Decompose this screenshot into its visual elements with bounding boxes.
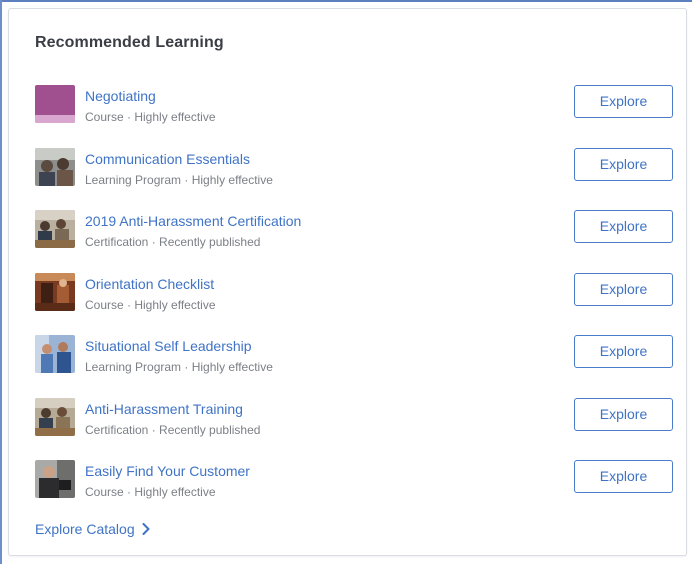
list-item: Easily Find Your Customer Course · Highl… [35,458,675,521]
list-item: Situational Self Leadership Learning Pro… [35,333,675,396]
window-left-edge [0,0,2,564]
orientation-thumbnail[interactable] [35,272,75,311]
page: Recommended Learning Negotiating Course … [0,0,692,564]
explore-catalog-link[interactable]: Explore Catalog [35,521,150,537]
item-meta: Certification · Recently published [85,235,261,249]
card-title: Recommended Learning [35,34,224,51]
chevron-right-icon [142,523,150,535]
negotiating-thumbnail-image [35,85,75,123]
negotiating-thumbnail[interactable] [35,85,75,123]
list-item: Negotiating Course · Highly effective Ex… [35,83,675,146]
explore-button[interactable]: Explore [574,85,673,118]
explore-button[interactable]: Explore [574,147,673,181]
self-leadership-thumbnail-image [35,335,75,373]
list-item: Anti-Harassment Training Certification ·… [35,396,675,459]
explore-button[interactable]: Explore [574,460,673,493]
anti-harassment-cert-thumbnail[interactable] [35,210,75,248]
item-title[interactable]: Anti-Harassment Training [85,401,243,417]
find-customer-thumbnail[interactable] [35,460,75,498]
orientation-thumbnail-image [35,272,75,311]
explore-button[interactable]: Explore [574,210,673,243]
item-title[interactable]: Communication Essentials [85,151,250,167]
communication-thumbnail-image [35,147,75,186]
item-title[interactable]: Situational Self Leadership [85,338,252,354]
list-item: Communication Essentials Learning Progra… [35,146,675,209]
explore-button[interactable]: Explore [574,272,673,306]
explore-catalog-label: Explore Catalog [35,521,135,537]
item-title[interactable]: Negotiating [85,88,156,104]
list-item: 2019 Anti-Harassment Certification Certi… [35,208,675,271]
window-top-edge [0,0,692,2]
item-title[interactable]: 2019 Anti-Harassment Certification [85,213,301,229]
communication-thumbnail[interactable] [35,147,75,186]
list-item: Orientation Checklist Course · Highly ef… [35,271,675,334]
item-meta: Course · Highly effective [85,485,216,499]
item-title[interactable]: Easily Find Your Customer [85,463,250,479]
anti-harassment-training-thumbnail[interactable] [35,397,75,436]
item-meta: Course · Highly effective [85,297,216,312]
item-meta: Learning Program · Highly effective [85,172,273,187]
explore-button[interactable]: Explore [574,397,673,431]
item-meta: Certification · Recently published [85,422,261,437]
learning-list: Negotiating Course · Highly effective Ex… [35,83,675,521]
find-customer-thumbnail-image [35,460,75,498]
item-title[interactable]: Orientation Checklist [85,276,214,292]
item-meta: Learning Program · Highly effective [85,360,273,374]
anti-harassment-training-thumbnail-image [35,397,75,436]
recommended-learning-card: Recommended Learning Negotiating Course … [8,8,687,556]
item-meta: Course · Highly effective [85,110,216,124]
self-leadership-thumbnail[interactable] [35,335,75,373]
explore-button[interactable]: Explore [574,335,673,368]
anti-harassment-cert-thumbnail-image [35,210,75,248]
